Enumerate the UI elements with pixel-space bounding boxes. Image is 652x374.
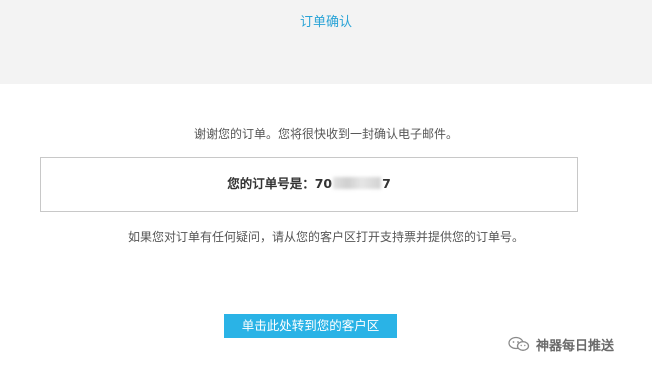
redacted-digits xyxy=(333,177,382,189)
order-number-box: 您的订单号是：70 7 xyxy=(40,157,578,212)
watermark: 神器每日推送 xyxy=(508,334,614,354)
page-header: 订单确认 xyxy=(0,0,652,84)
thanks-message: 谢谢您的订单。您将很快收到一封确认电子邮件。 xyxy=(193,127,458,141)
support-instructions: 如果您对订单有任何疑问，请从您的客户区打开支持票并提供您的订单号。 xyxy=(127,230,524,244)
go-to-client-area-button[interactable]: 单击此处转到您的客户区 xyxy=(224,314,397,338)
wechat-icon xyxy=(508,336,530,351)
order-number-label: 您的订单号是： xyxy=(227,176,315,191)
order-number-prefix: 70 xyxy=(314,176,333,191)
page-title: 订单确认 xyxy=(299,15,352,30)
order-number-suffix: 7 xyxy=(382,176,391,191)
order-number-line: 您的订单号是：70 7 xyxy=(41,173,577,192)
watermark-text: 神器每日推送 xyxy=(536,338,615,354)
